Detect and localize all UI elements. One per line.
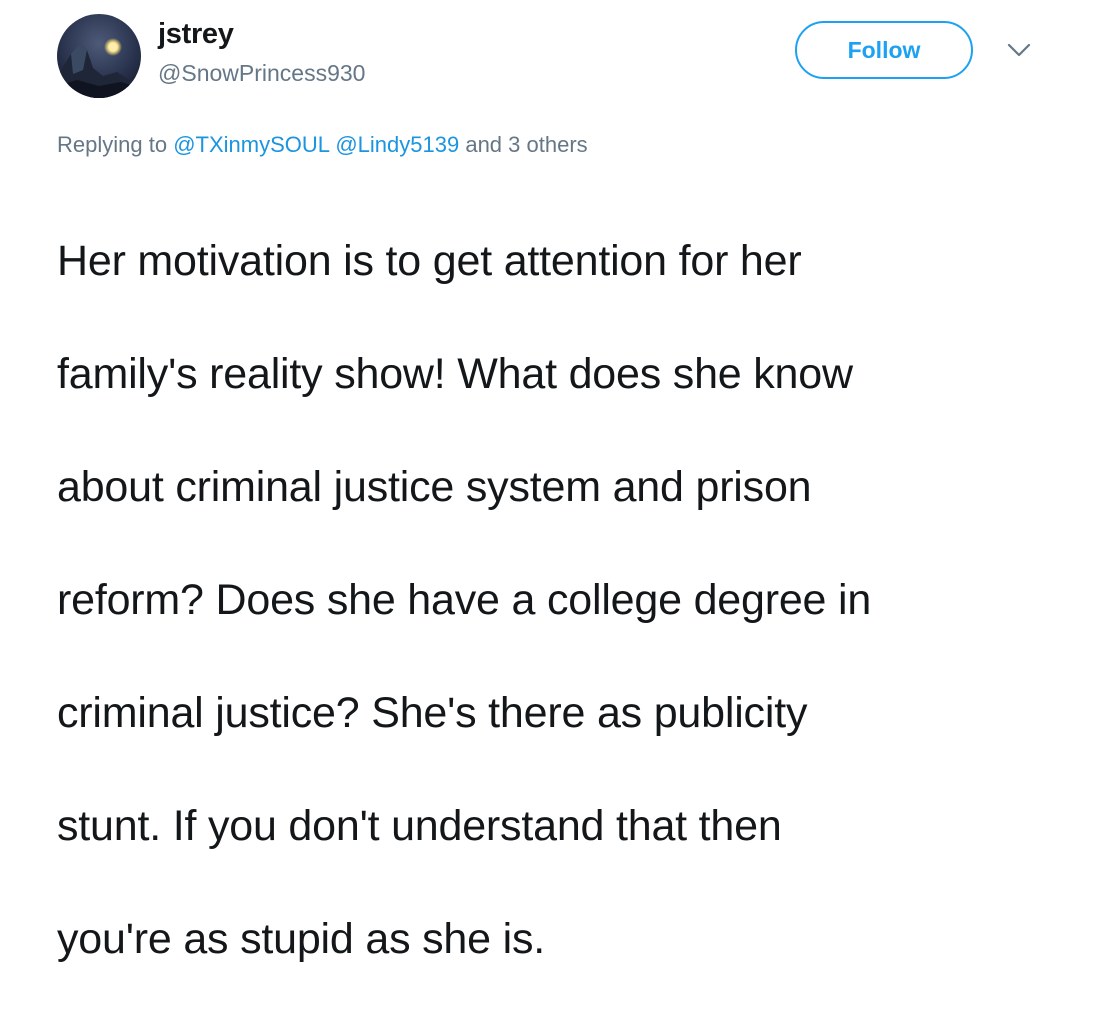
tweet-text-line: you're as stupid as she is.: [57, 914, 546, 963]
reply-prefix: Replying to: [57, 132, 168, 157]
tweet-text: Her motivation is to get attention for h…: [57, 176, 1057, 1024]
tweet-text-line: about criminal justice system and prison: [57, 462, 812, 511]
tweet-text-line: criminal justice? She's there as publici…: [57, 688, 808, 737]
avatar[interactable]: [57, 14, 141, 98]
display-name[interactable]: jstrey: [158, 16, 234, 52]
tweet-text-line: reform? Does she have a college degree i…: [57, 575, 872, 624]
mention-link[interactable]: @Lindy5139: [335, 132, 459, 157]
moon-over-mountain-avatar: [57, 14, 141, 98]
user-handle[interactable]: @SnowPrincess930: [158, 58, 365, 88]
follow-button[interactable]: Follow: [795, 21, 973, 79]
mention-link[interactable]: @TXinmySOUL: [173, 132, 329, 157]
reply-others[interactable]: and 3 others: [465, 132, 587, 157]
tweet-text-line: family's reality show! What does she kno…: [57, 349, 853, 398]
tweet-text-line: stunt. If you don't understand that then: [57, 801, 782, 850]
reply-context: Replying to @TXinmySOUL @Lindy5139 and 3…: [57, 130, 588, 160]
tweet-text-line: Her motivation is to get attention for h…: [57, 236, 802, 285]
chevron-down-icon[interactable]: [1006, 40, 1032, 60]
